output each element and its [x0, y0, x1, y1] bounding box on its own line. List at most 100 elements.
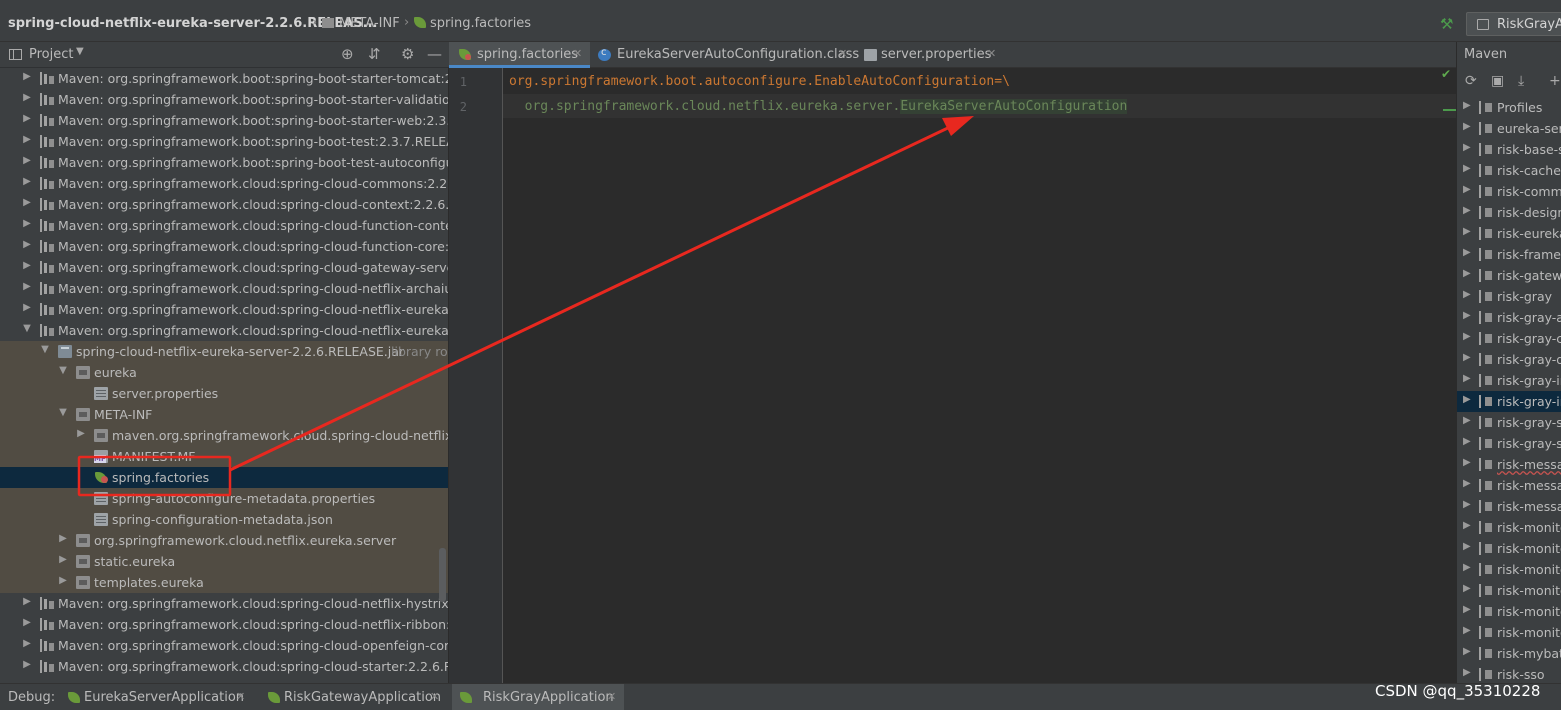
- expand-arrow-icon[interactable]: ▶: [22, 659, 32, 670]
- project-tree-row[interactable]: ▼ eureka: [0, 362, 448, 383]
- expand-arrow-icon[interactable]: ▶: [1463, 100, 1471, 111]
- expand-arrow-icon[interactable]: ▶: [1463, 373, 1471, 384]
- expand-arrow-icon[interactable]: ▶: [1463, 205, 1471, 216]
- maven-project-item[interactable]: ▶ risk-monitor-service: [1457, 622, 1561, 643]
- maven-project-item[interactable]: ▶ Profiles: [1457, 97, 1561, 118]
- breadcrumb-file[interactable]: spring.factories: [414, 16, 531, 31]
- project-panel-title[interactable]: Project: [29, 47, 73, 62]
- expand-arrow-icon[interactable]: ▶: [22, 638, 32, 649]
- expand-arrow-icon[interactable]: ▶: [1463, 268, 1471, 279]
- project-tree-row[interactable]: ▶ Maven: org.springframework.cloud:spring…: [0, 614, 448, 635]
- close-icon[interactable]: ✕: [573, 47, 582, 60]
- project-tree-row[interactable]: spring.factories: [0, 467, 448, 488]
- expand-arrow-icon[interactable]: ▶: [1463, 184, 1471, 195]
- project-tree-row[interactable]: ▶ Maven: org.springframework.cloud:spring…: [0, 215, 448, 236]
- project-tree-row[interactable]: ▶ Maven: org.springframework.boot:spring-…: [0, 68, 448, 89]
- code-line-1[interactable]: org.springframework.boot.autoconfigure.E…: [509, 74, 1010, 89]
- close-icon[interactable]: ✕: [430, 690, 439, 703]
- expand-arrow-icon[interactable]: ▶: [1463, 436, 1471, 447]
- expand-arrow-icon[interactable]: ▶: [22, 302, 32, 313]
- project-tree-row[interactable]: ▼ Maven: org.springframework.cloud:spring…: [0, 320, 448, 341]
- project-tree-row[interactable]: ▶ maven.org.springframework.cloud.spring-…: [0, 425, 448, 446]
- project-tree-row[interactable]: ▶ org.springframework.cloud.netflix.eurek…: [0, 530, 448, 551]
- maven-project-item[interactable]: ▶ risk-monitor-api: [1457, 538, 1561, 559]
- project-tree-row[interactable]: ▶ templates.eureka: [0, 572, 448, 593]
- maven-project-item[interactable]: ▶ risk-monitor: [1457, 517, 1561, 538]
- expand-arrow-icon[interactable]: ▶: [1463, 520, 1471, 531]
- maven-project-item[interactable]: ▶ risk-gateway: [1457, 265, 1561, 286]
- project-tree-row[interactable]: ▶ Maven: org.springframework.cloud:spring…: [0, 257, 448, 278]
- expand-arrow-icon[interactable]: ▶: [1463, 289, 1471, 300]
- expand-arrow-icon[interactable]: ▶: [22, 218, 32, 229]
- maven-project-item[interactable]: ▶ risk-design: [1457, 202, 1561, 223]
- collapse-arrow-icon[interactable]: ▼: [58, 407, 68, 418]
- project-tree-row[interactable]: ▶ static.eureka: [0, 551, 448, 572]
- project-tree-row[interactable]: MANIFEST.MF: [0, 446, 448, 467]
- collapse-arrow-icon[interactable]: ▼: [40, 344, 50, 355]
- project-tree-row[interactable]: ▶ Maven: org.springframework.cloud:spring…: [0, 593, 448, 614]
- expand-arrow-icon[interactable]: ▶: [1463, 625, 1471, 636]
- chevron-down-icon[interactable]: ▼: [76, 46, 84, 57]
- expand-arrow-icon[interactable]: ▶: [1463, 499, 1471, 510]
- expand-arrow-icon[interactable]: ▶: [22, 92, 32, 103]
- expand-arrow-icon[interactable]: ▶: [1463, 415, 1471, 426]
- project-tree-row[interactable]: ▶ Maven: org.springframework.boot:spring-…: [0, 110, 448, 131]
- expand-arrow-icon[interactable]: ▶: [1463, 604, 1471, 615]
- maven-project-item[interactable]: ▶ risk-cache-service: [1457, 160, 1561, 181]
- collapse-all-icon[interactable]: ⇵: [368, 45, 381, 63]
- run-configuration-selector[interactable]: RiskGrayApplication: [1466, 12, 1561, 36]
- maven-project-item[interactable]: ▶ risk-mybatis: [1457, 643, 1561, 664]
- expand-arrow-icon[interactable]: ▶: [1463, 247, 1471, 258]
- project-tree-row[interactable]: ▼ spring-cloud-netflix-eureka-server-2.2.…: [0, 341, 448, 362]
- expand-arrow-icon[interactable]: ▶: [22, 155, 32, 166]
- expand-arrow-icon[interactable]: ▶: [1463, 121, 1471, 132]
- close-icon[interactable]: ✕: [607, 690, 616, 703]
- breadcrumb-folder[interactable]: META-INF: [322, 16, 400, 31]
- project-tree-row[interactable]: ▶ Maven: org.springframework.cloud:spring…: [0, 173, 448, 194]
- tab-server-properties[interactable]: server.properties ✕: [856, 42, 1006, 68]
- expand-arrow-icon[interactable]: ▶: [1463, 478, 1471, 489]
- maven-project-item[interactable]: ▶ risk-eureka: [1457, 223, 1561, 244]
- expand-arrow-icon[interactable]: ▶: [1463, 394, 1471, 405]
- highlighted-class-name[interactable]: EurekaServerAutoConfiguration: [900, 99, 1128, 114]
- close-icon[interactable]: ✕: [838, 47, 847, 60]
- project-tree-row[interactable]: ▶ Maven: org.springframework.cloud:spring…: [0, 194, 448, 215]
- debug-tab-eureka-server-application[interactable]: EurekaServerApplication ✕: [62, 684, 252, 710]
- expand-arrow-icon[interactable]: ▶: [1463, 541, 1471, 552]
- close-icon[interactable]: ✕: [987, 47, 996, 60]
- expand-arrow-icon[interactable]: ▶: [22, 134, 32, 145]
- maven-project-item[interactable]: ▶ risk-message: [1457, 454, 1561, 475]
- expand-arrow-icon[interactable]: ▶: [1463, 226, 1471, 237]
- maven-project-item[interactable]: ▶ risk-sso: [1457, 664, 1561, 683]
- maven-project-item[interactable]: ▶ risk-gray-common: [1457, 328, 1561, 349]
- expand-arrow-icon[interactable]: ▶: [1463, 331, 1471, 342]
- expand-arrow-icon[interactable]: ▶: [22, 260, 32, 271]
- expand-arrow-icon[interactable]: ▶: [58, 575, 68, 586]
- tab-eureka-server-auto-configuration[interactable]: EurekaServerAutoConfiguration.class ✕: [590, 42, 859, 68]
- maven-project-item[interactable]: ▶ risk-gray-dao: [1457, 349, 1561, 370]
- maven-project-item[interactable]: ▶ eureka-server: [1457, 118, 1561, 139]
- project-tree-row[interactable]: ▶ Maven: org.springframework.boot:spring-…: [0, 131, 448, 152]
- maven-project-item[interactable]: ▶ risk-gray: [1457, 286, 1561, 307]
- expand-arrow-icon[interactable]: ▶: [1463, 583, 1471, 594]
- inspection-ok-icon[interactable]: ✔: [1441, 67, 1451, 81]
- project-tree-row[interactable]: ▶ Maven: org.springframework.cloud:spring…: [0, 635, 448, 656]
- project-tree-row[interactable]: spring-configuration-metadata.json: [0, 509, 448, 530]
- minimize-icon[interactable]: —: [427, 45, 442, 63]
- project-tree-row[interactable]: server.properties: [0, 383, 448, 404]
- project-tree-row[interactable]: ▶ Maven: org.springframework.cloud:spring…: [0, 656, 448, 677]
- collapse-arrow-icon[interactable]: ▼: [58, 365, 68, 376]
- maven-project-item[interactable]: ▶ risk-gray-interface: [1457, 391, 1561, 412]
- maven-project-item[interactable]: ▶ risk-common: [1457, 181, 1561, 202]
- maven-project-item[interactable]: ▶ risk-gray-service: [1457, 412, 1561, 433]
- expand-arrow-icon[interactable]: ▶: [22, 71, 32, 82]
- expand-arrow-icon[interactable]: ▶: [58, 554, 68, 565]
- expand-arrow-icon[interactable]: ▶: [22, 197, 32, 208]
- tab-spring-factories[interactable]: spring.factories ✕: [449, 42, 590, 68]
- expand-arrow-icon[interactable]: ▶: [22, 596, 32, 607]
- expand-arrow-icon[interactable]: ▶: [1463, 562, 1471, 573]
- maven-project-item[interactable]: ▶ risk-monitor-infra: [1457, 601, 1561, 622]
- project-tree-row[interactable]: ▶ Maven: org.springframework.boot:spring-…: [0, 89, 448, 110]
- maven-project-item[interactable]: ▶ risk-gray-spring: [1457, 433, 1561, 454]
- expand-arrow-icon[interactable]: ▶: [22, 281, 32, 292]
